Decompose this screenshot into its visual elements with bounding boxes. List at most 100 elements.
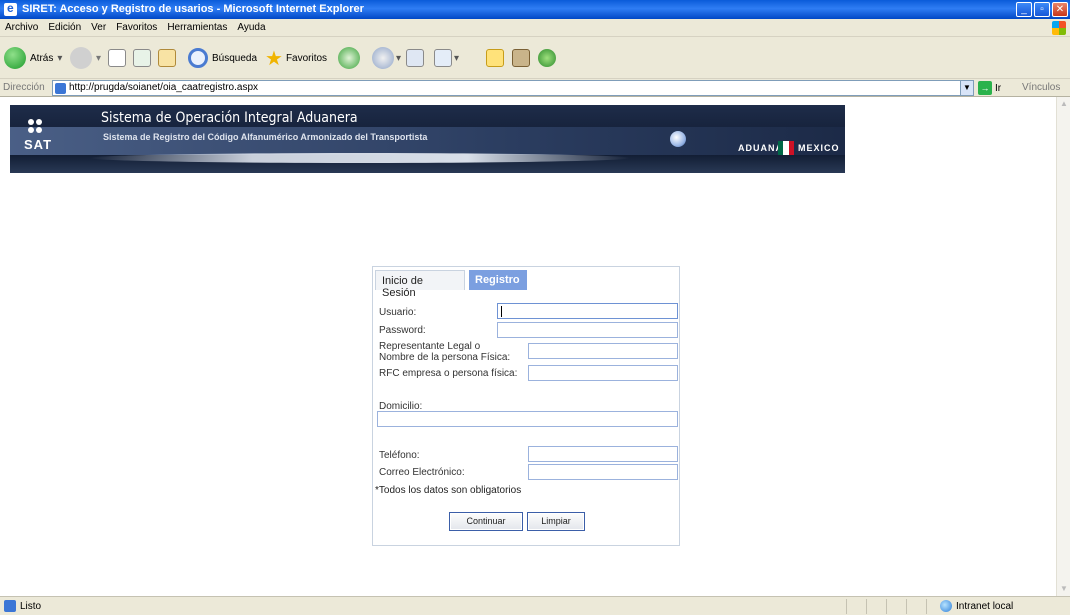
telefono-label: Teléfono: <box>379 450 420 461</box>
status-separator <box>926 599 927 614</box>
edit-button[interactable]: ▾ <box>434 45 459 71</box>
logo-dot <box>28 127 34 133</box>
menu-favoritos[interactable]: Favoritos <box>111 19 162 33</box>
stop-button[interactable] <box>108 45 126 71</box>
usuario-input[interactable] <box>497 303 678 319</box>
back-button[interactable]: Atrás ▾ <box>4 45 62 71</box>
edit-icon <box>434 49 452 67</box>
banner-subtitle: Sistema de Registro del Código Alfanumér… <box>103 132 428 142</box>
aduana-logo-text: ADUANA <box>738 143 783 153</box>
links-button[interactable]: Vínculos <box>1022 82 1060 93</box>
favorites-star-icon: ★ <box>265 47 283 70</box>
window-title: SIRET: Acceso y Registro de usarios - Mi… <box>22 3 364 15</box>
url-input[interactable]: http://prugda/soianet/oia_caatregistro.a… <box>52 80 962 96</box>
back-arrow-icon <box>4 47 26 69</box>
print-icon <box>406 49 424 67</box>
home-button[interactable] <box>158 45 176 71</box>
status-separator <box>886 599 887 614</box>
menu-ver[interactable]: Ver <box>86 19 111 33</box>
sat-banner: SAT Sistema de Operación Integral Aduane… <box>10 105 845 173</box>
favorites-label: Favoritos <box>285 52 328 64</box>
telefono-input[interactable] <box>528 446 678 462</box>
rfc-label: RFC empresa o persona física: <box>379 368 518 379</box>
menu-archivo[interactable]: Archivo <box>0 19 43 33</box>
domicilio-input[interactable] <box>377 411 678 427</box>
research-button[interactable] <box>512 45 530 71</box>
maximize-button[interactable]: ▫ <box>1034 2 1050 17</box>
mexico-logo-text: MEXICO <box>798 143 840 153</box>
ie-icon <box>4 1 17 16</box>
globe-icon <box>670 131 686 147</box>
refresh-button[interactable] <box>133 45 151 71</box>
scroll-up-icon[interactable]: ▲ <box>1057 97 1070 111</box>
continuar-button[interactable]: Continuar <box>449 512 523 531</box>
representante-label-line2: Nombre de la persona Física: <box>379 352 511 363</box>
forward-arrow-icon <box>70 47 92 69</box>
logo-dot <box>36 119 42 125</box>
page-icon <box>55 83 66 94</box>
tab-registro[interactable]: Registro <box>469 270 527 290</box>
menu-edicion[interactable]: Edición <box>43 19 86 33</box>
print-button[interactable] <box>406 45 424 71</box>
back-dropdown-icon[interactable]: ▾ <box>57 53 62 64</box>
status-separator <box>906 599 907 614</box>
go-arrow-icon: → <box>978 81 992 95</box>
windows-logo-icon <box>1052 21 1066 35</box>
correo-label: Correo Electrónico: <box>379 467 465 478</box>
intranet-globe-icon <box>940 600 952 612</box>
close-button[interactable]: ✕ <box>1052 2 1068 17</box>
usuario-label: Usuario: <box>379 307 417 318</box>
search-button[interactable]: Búsqueda <box>188 45 257 71</box>
research-icon <box>512 49 530 67</box>
messenger-button[interactable] <box>538 45 556 71</box>
menu-herramientas[interactable]: Herramientas <box>162 19 232 33</box>
search-icon <box>188 48 208 68</box>
favorites-button[interactable]: ★ Favoritos <box>265 45 327 71</box>
window-title-bar[interactable]: SIRET: Acceso y Registro de usarios - Mi… <box>0 0 1070 19</box>
representante-input[interactable] <box>528 343 678 359</box>
security-zone[interactable]: Intranet local <box>940 600 1013 612</box>
required-note: *Todos los datos son obligatorios <box>375 485 522 496</box>
menu-ayuda[interactable]: Ayuda <box>232 19 270 33</box>
discuss-button[interactable] <box>486 45 504 71</box>
mexico-flag-icon <box>778 141 794 155</box>
password-input[interactable] <box>497 322 678 338</box>
url-text: http://prugda/soianet/oia_caatregistro.a… <box>69 82 259 93</box>
page-content: SAT Sistema de Operación Integral Aduane… <box>0 97 1056 596</box>
logo-dot <box>36 127 42 133</box>
mail-icon <box>372 47 394 69</box>
search-label: Búsqueda <box>212 52 258 64</box>
edit-dropdown-icon[interactable]: ▾ <box>454 53 459 64</box>
go-button[interactable]: → Ir <box>978 80 1001 96</box>
tab-inicio-sesion[interactable]: Inicio de Sesión <box>375 270 465 299</box>
status-bar: Listo Intranet local <box>0 596 1070 615</box>
url-dropdown-icon[interactable]: ▼ <box>960 80 974 96</box>
address-bar: Dirección http://prugda/soianet/oia_caat… <box>0 79 1070 97</box>
banner-title: Sistema de Operación Integral Aduanera <box>101 110 358 126</box>
toolbar: Atrás ▾ ▾ Búsqueda ★ Favoritos ▾ ▾ <box>0 37 1070 79</box>
logo-dot <box>28 119 34 125</box>
banner-curve <box>90 153 630 163</box>
page-status-icon <box>4 600 16 612</box>
representante-label-line1: Representante Legal o <box>379 341 481 352</box>
history-button[interactable] <box>338 45 360 71</box>
limpiar-button[interactable]: Limpiar <box>527 512 585 531</box>
correo-input[interactable] <box>528 464 678 480</box>
zone-label: Intranet local <box>956 600 1014 612</box>
mail-dropdown-icon[interactable]: ▾ <box>396 53 401 64</box>
forward-button[interactable]: ▾ <box>70 45 101 71</box>
forward-dropdown-icon[interactable]: ▾ <box>96 53 101 64</box>
vertical-scrollbar[interactable]: ▲ ▼ <box>1056 97 1070 596</box>
minimize-button[interactable]: _ <box>1016 2 1032 17</box>
history-icon <box>338 47 360 69</box>
back-label: Atrás <box>30 52 54 64</box>
mail-button[interactable]: ▾ <box>372 45 401 71</box>
stop-icon <box>108 49 126 67</box>
rfc-input[interactable] <box>528 365 678 381</box>
scroll-down-icon[interactable]: ▼ <box>1057 582 1070 596</box>
refresh-icon <box>133 49 151 67</box>
address-label: Dirección <box>3 82 45 93</box>
menu-bar: Archivo Edición Ver Favoritos Herramientas Ay… <box>0 19 1070 37</box>
sat-logo-text: SAT <box>24 137 53 152</box>
go-label: Ir <box>995 82 1002 94</box>
